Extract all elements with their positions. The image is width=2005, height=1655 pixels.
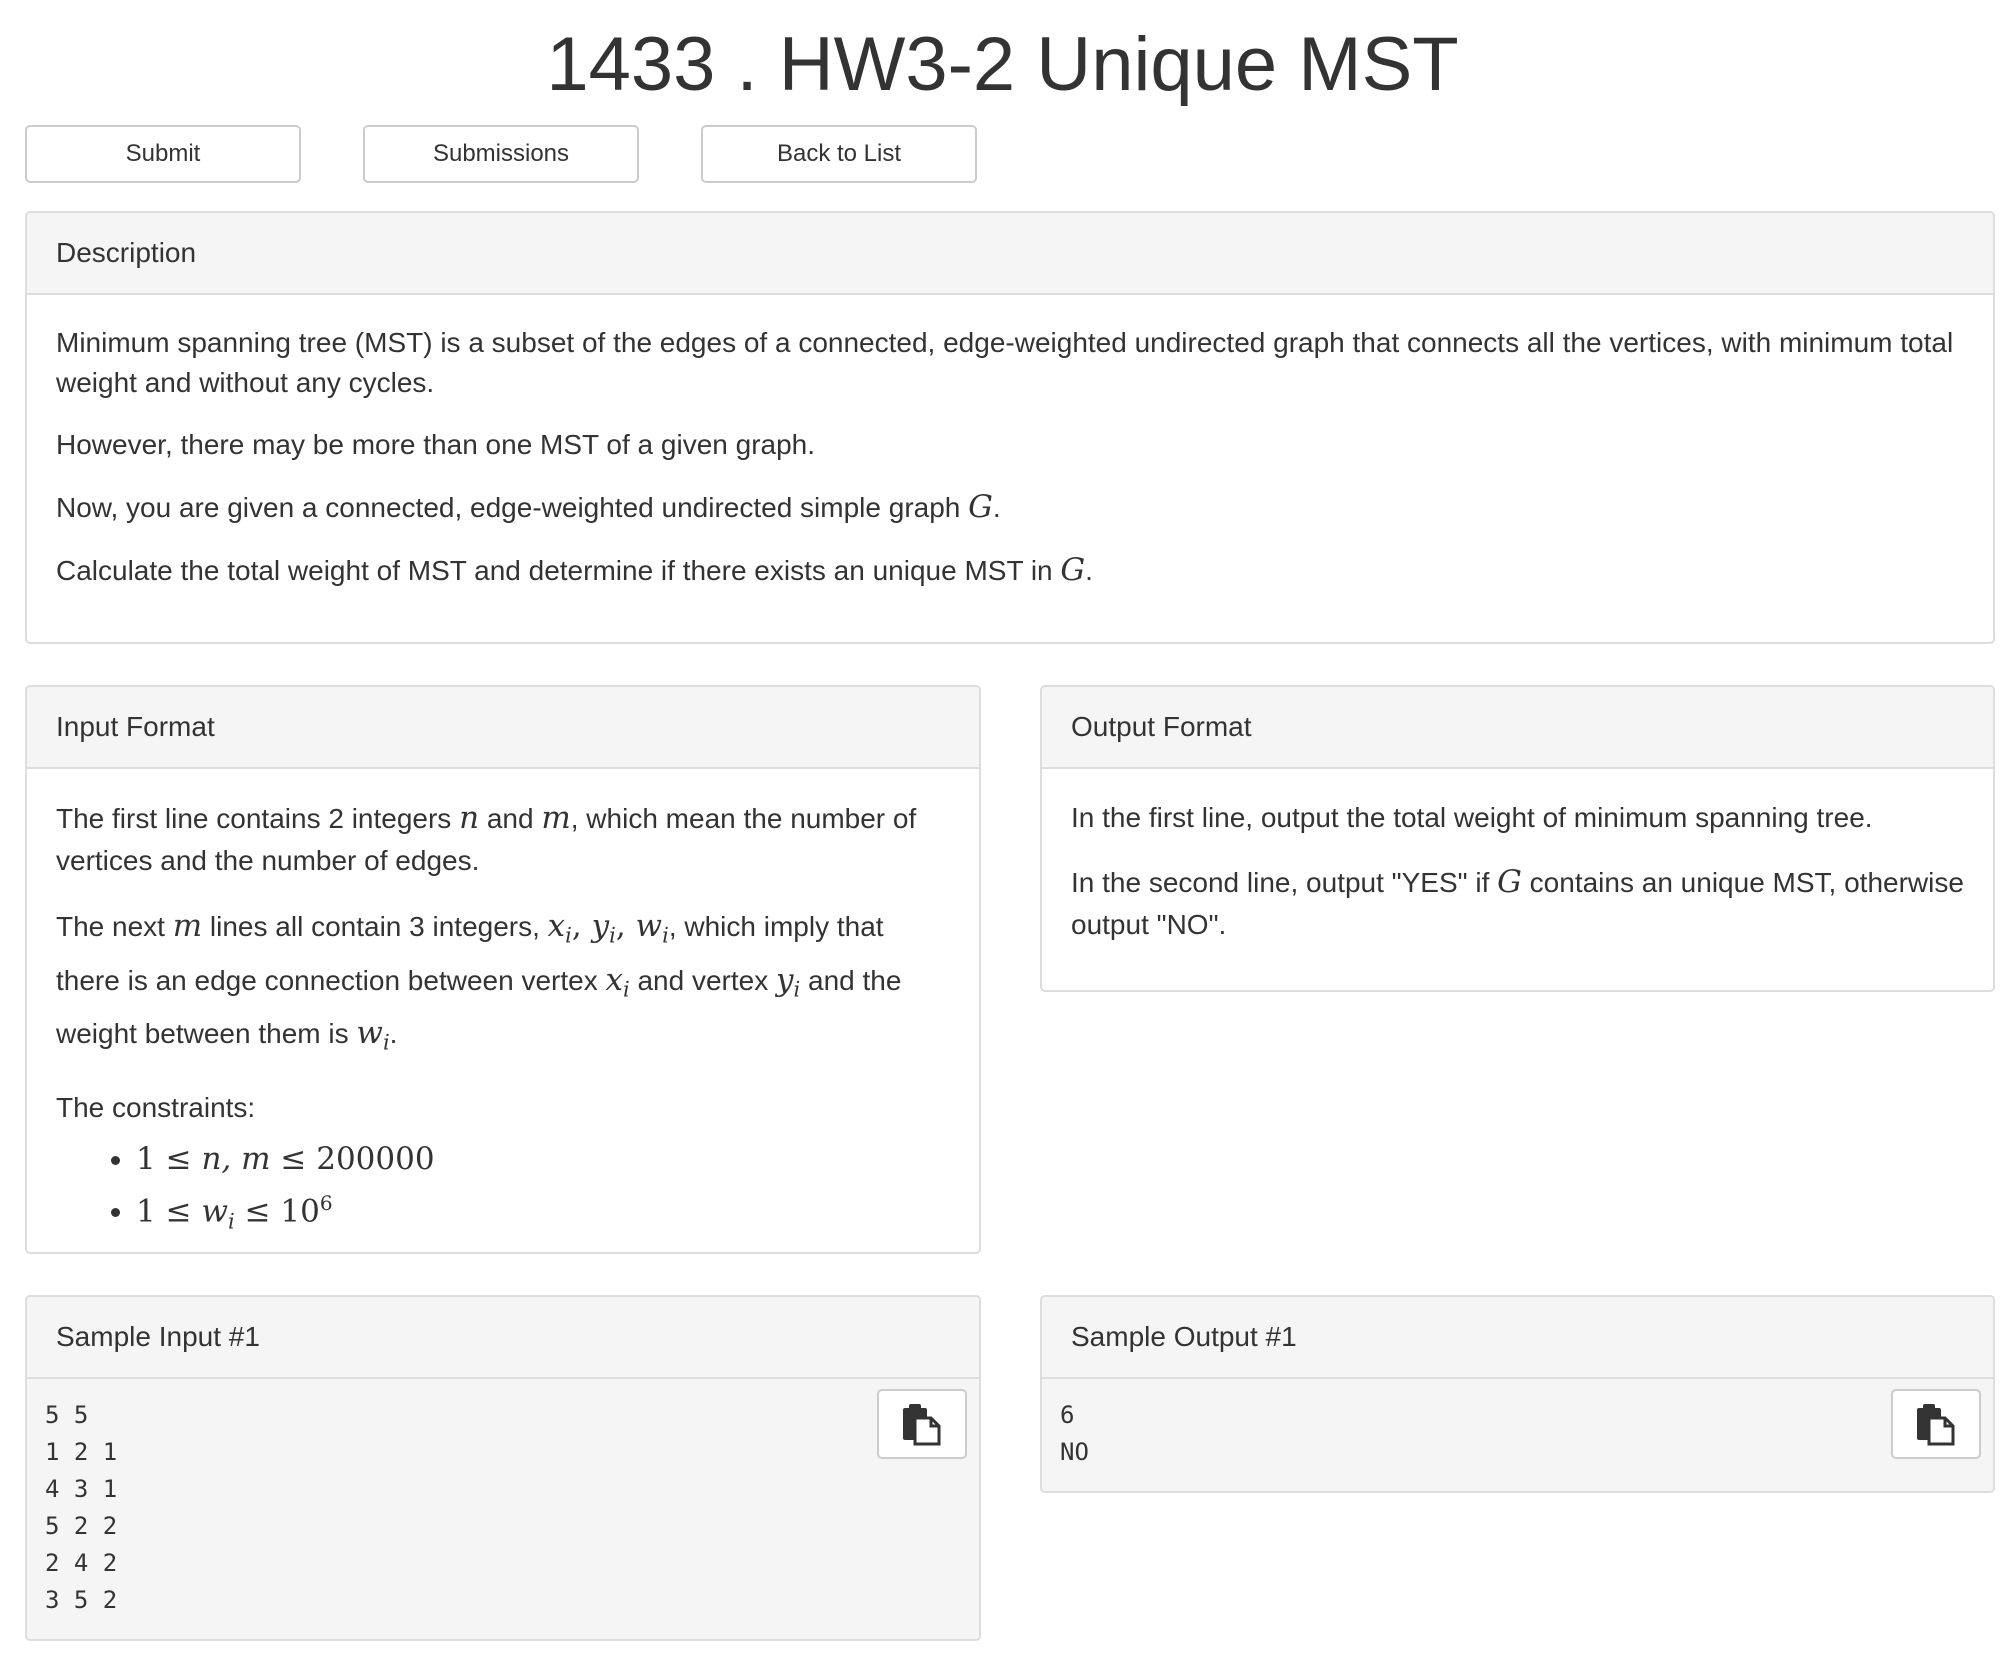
description-panel: Description Minimum spanning tree (MST) … [25, 211, 1995, 644]
description-paragraph: Now, you are given a connected, edge-wei… [56, 489, 1001, 525]
input-format-body: The first line contains 2 integers n and… [27, 769, 979, 1252]
sample-input-panel: Sample Input #1 5 5 1 2 1 4 3 1 5 2 2 2 … [25, 1295, 981, 1641]
math-subscript: i [382, 1030, 390, 1055]
math-subscript: i [609, 923, 616, 948]
output-format-panel: Output Format In the first line, output … [1040, 685, 1995, 992]
input-format-paragraph: The first line contains 2 integers n and… [56, 797, 950, 882]
output-format-paragraph: In the first line, output the total weig… [1071, 802, 1873, 833]
math-operator: ≤ [244, 1193, 271, 1230]
input-format-paragraph: The next m lines all contain 3 integers,… [56, 908, 902, 1055]
page-title: 1433 . HW3-2 Unique MST [546, 22, 1459, 107]
math-operator: ≤ [165, 1140, 192, 1177]
description-paragraph: However, there may be more than one MST … [56, 429, 816, 460]
math-variable: G [1497, 864, 1522, 900]
constraints-list: 1 ≤ n, m ≤ 200000 1 ≤ wi ≤ 106 [56, 1137, 950, 1244]
math-variable: x [605, 961, 623, 998]
description-paragraph: Calculate the total weight of MST and de… [56, 552, 1093, 588]
text: lines all contain 3 integers, [202, 911, 548, 942]
math-variable: n, m [201, 1140, 271, 1177]
text: The first line contains 2 integers [56, 803, 460, 834]
math-variable: m [541, 800, 571, 836]
copy-sample-output-button[interactable] [1891, 1389, 1981, 1459]
input-format-panel: Input Format The first line contains 2 i… [25, 685, 981, 1254]
text: and vertex [629, 964, 776, 996]
sample-input-body: 5 5 1 2 1 4 3 1 5 2 2 2 4 2 3 5 2 [27, 1379, 979, 1639]
sample-output-panel: Sample Output #1 6 NO [1040, 1295, 1995, 1493]
description-body: Minimum spanning tree (MST) is a subset … [27, 295, 1993, 623]
math-variable: y [591, 908, 610, 944]
sample-input-heading: Sample Input #1 [27, 1297, 979, 1379]
text: The next [56, 911, 173, 942]
math-variable: m [172, 908, 203, 944]
math-operator: ≤ [165, 1193, 192, 1230]
math-subscript: i [565, 923, 572, 948]
math-subscript: i [622, 977, 630, 1002]
clipboard-copy-icon [1917, 1404, 1955, 1446]
math-subscript: i [227, 1209, 235, 1234]
sample-output-body: 6 NO [1042, 1379, 1993, 1491]
math-variable: G [1060, 552, 1086, 588]
math-number: 1 [136, 1193, 156, 1230]
input-format-heading: Input Format [27, 687, 979, 769]
math-variable: w [356, 1015, 383, 1052]
clipboard-copy-icon [903, 1404, 941, 1446]
sample-output-code: 6 NO [1060, 1401, 1089, 1466]
submissions-button[interactable]: Submissions [363, 125, 639, 183]
output-format-body: In the first line, output the total weig… [1042, 769, 1993, 978]
sample-input-code: 5 5 1 2 1 4 3 1 5 2 2 2 4 2 3 5 2 [45, 1401, 118, 1614]
constraint-item: 1 ≤ wi ≤ 106 [136, 1181, 950, 1244]
math-variable: G [968, 489, 993, 525]
math-variable: y [776, 961, 794, 998]
description-text: Calculate the total weight of MST and de… [56, 555, 1061, 586]
math-variable: n [459, 800, 480, 836]
math-variable: w [201, 1193, 228, 1230]
math-operator: ≤ [280, 1140, 307, 1177]
output-format-heading: Output Format [1042, 687, 1993, 769]
description-heading: Description [27, 213, 1993, 295]
description-text: Now, you are given a connected, edge-wei… [56, 492, 969, 523]
constraints-label: The constraints: [56, 1091, 256, 1123]
math-number: 10 [280, 1193, 320, 1230]
back-to-list-button[interactable]: Back to List [701, 125, 977, 183]
submit-button[interactable]: Submit [25, 125, 301, 183]
copy-sample-input-button[interactable] [877, 1389, 967, 1459]
math-exponent: 6 [319, 1190, 333, 1215]
text: In the second line, output "YES" if [1071, 867, 1498, 898]
math-number: 200000 [316, 1140, 435, 1177]
description-paragraph: Minimum spanning tree (MST) is a subset … [56, 327, 1954, 398]
math-subscript: i [662, 923, 669, 948]
math-variable: w [635, 908, 663, 944]
math-number: 1 [136, 1140, 156, 1177]
text: and [479, 803, 542, 834]
output-format-paragraph: In the second line, output "YES" if G co… [1071, 861, 1964, 946]
constraint-item: 1 ≤ n, m ≤ 200000 [136, 1137, 950, 1181]
sample-output-heading: Sample Output #1 [1042, 1297, 1993, 1379]
math-variable: x [547, 908, 566, 944]
